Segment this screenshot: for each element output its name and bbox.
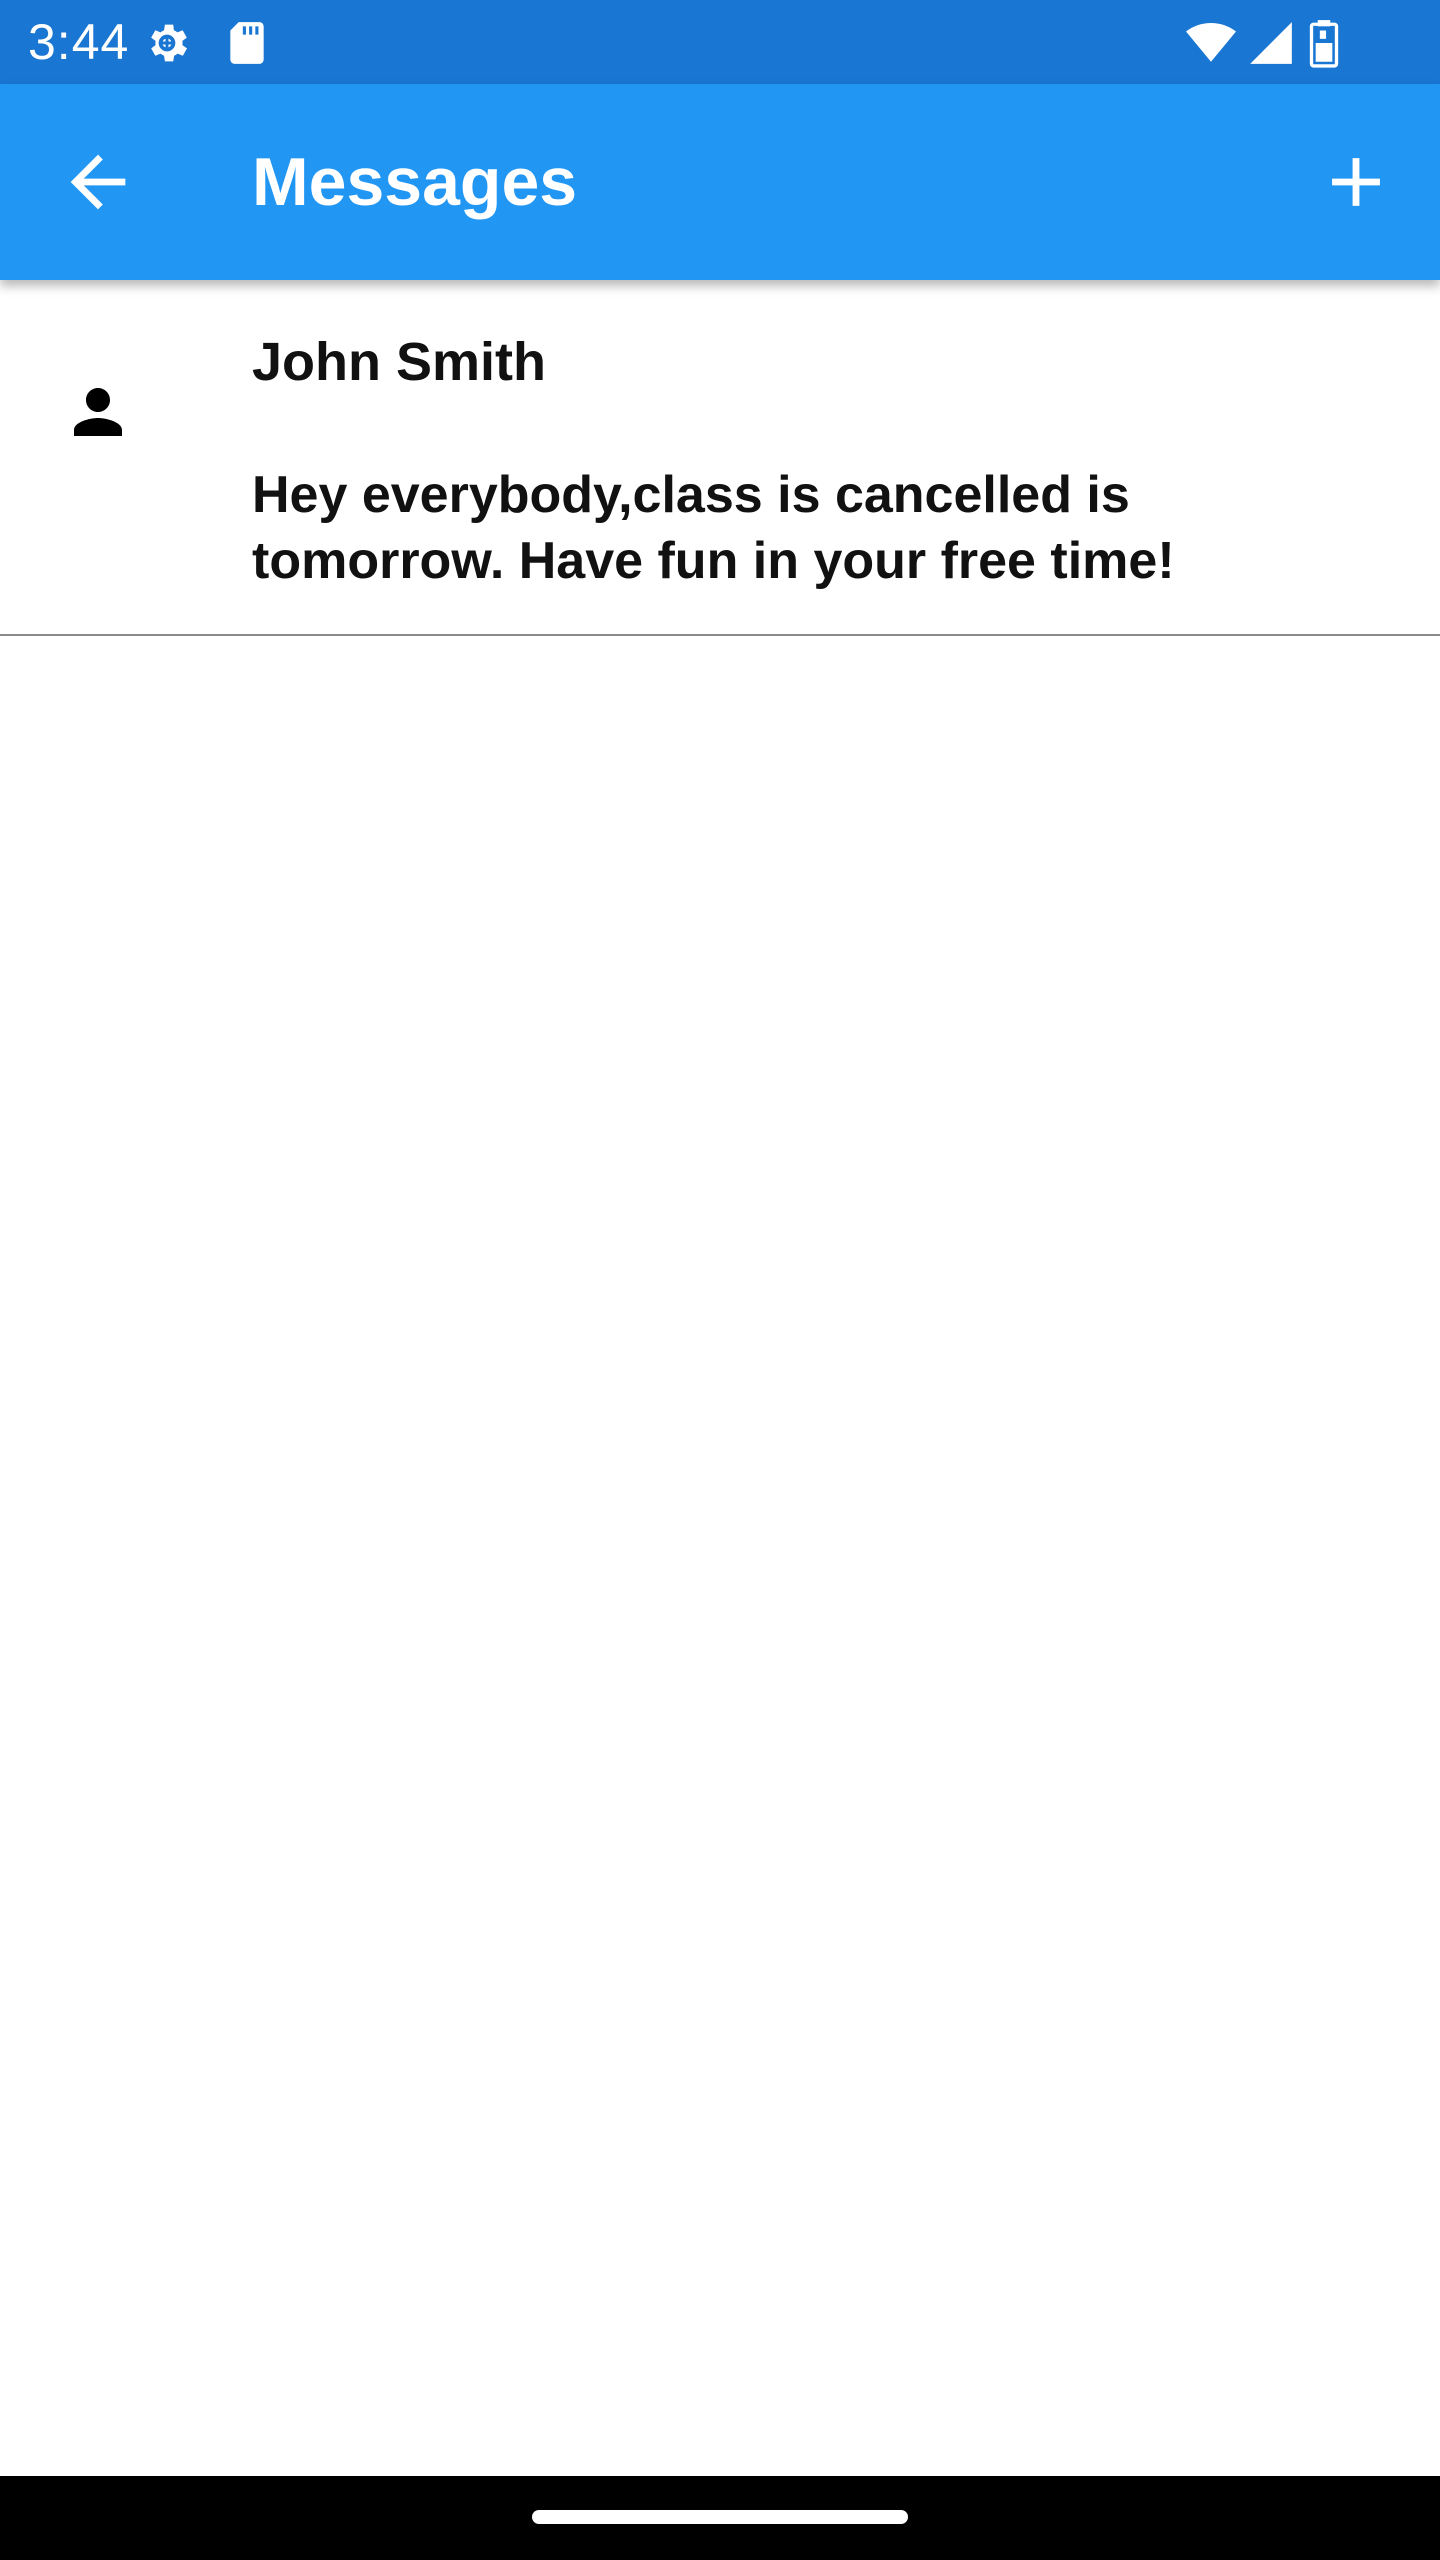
sd-card-icon <box>222 18 272 68</box>
messages-screen: 3:44 Messages John Smith Hey everybody,c… <box>0 0 1440 2560</box>
back-button[interactable] <box>38 122 158 242</box>
page-title: Messages <box>252 144 578 220</box>
list-item[interactable]: John Smith Hey everybody,class is cancel… <box>0 280 1440 636</box>
app-bar: Messages <box>0 84 1440 280</box>
message-list: John Smith Hey everybody,class is cancel… <box>0 280 1440 636</box>
message-sender: John Smith <box>252 332 546 392</box>
person-icon <box>62 376 134 448</box>
message-body: Hey everybody,class is cancelled is tomo… <box>252 466 1175 590</box>
cell-signal-icon <box>1246 18 1296 68</box>
arrow-back-icon <box>70 154 126 210</box>
add-message-button[interactable] <box>1296 122 1416 242</box>
battery-icon <box>1304 18 1344 68</box>
navigation-bar <box>0 2476 1440 2560</box>
settings-icon <box>142 18 192 68</box>
status-time: 3:44 <box>28 14 130 70</box>
plus-icon <box>1332 158 1380 206</box>
home-indicator[interactable] <box>532 2510 908 2524</box>
wifi-icon <box>1186 18 1236 68</box>
status-bar: 3:44 <box>0 0 1440 84</box>
